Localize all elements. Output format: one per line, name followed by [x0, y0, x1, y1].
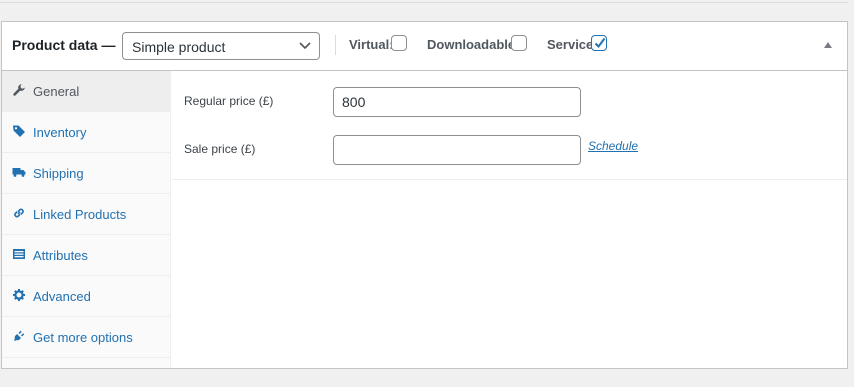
- regular-price-input[interactable]: [334, 88, 580, 116]
- gear-icon: [13, 289, 25, 301]
- tab-inventory[interactable]: Inventory: [2, 112, 170, 153]
- schedule-link[interactable]: Schedule: [588, 139, 638, 153]
- truck-icon: [12, 168, 26, 177]
- regular-price-field-wrap: [333, 87, 581, 117]
- virtual-checkbox[interactable]: [391, 35, 407, 51]
- panel-title: Product data —: [12, 37, 116, 53]
- downloadable-label: Downloadable:: [427, 37, 520, 52]
- general-fields: Regular price (£) Sale price (£) Schedul…: [172, 71, 847, 167]
- fields-divider: [172, 179, 847, 180]
- regular-price-row: Regular price (£): [172, 71, 847, 119]
- chevron-down-icon: [299, 42, 311, 50]
- virtual-label: Virtual:: [349, 37, 394, 52]
- header-divider: [335, 35, 336, 55]
- product-data-header: Product data — Simple product Virtual: D…: [2, 22, 847, 71]
- product-data-panel: Product data — Simple product Virtual: D…: [1, 21, 848, 369]
- list-icon: [13, 249, 25, 259]
- sale-price-field-wrap: [333, 135, 581, 165]
- checkmark-icon: [594, 37, 606, 49]
- product-type-value: Simple product: [132, 39, 226, 55]
- page-top-divider: [0, 0, 848, 3]
- plug-icon: [13, 330, 25, 342]
- tab-label: Attributes: [33, 248, 88, 263]
- regular-price-label: Regular price (£): [184, 94, 274, 108]
- tab-label: Shipping: [33, 166, 84, 181]
- service-label: Service:: [547, 37, 598, 52]
- collapse-toggle-icon[interactable]: [824, 42, 832, 48]
- tab-label: General: [33, 84, 80, 99]
- tab-attributes[interactable]: Attributes: [2, 235, 170, 276]
- sale-price-row: Sale price (£) Schedule: [172, 119, 847, 167]
- product-data-tabs: General Inventory Shipping Linked Produc…: [2, 71, 171, 368]
- tab-label: Advanced: [33, 289, 91, 304]
- product-type-select[interactable]: Simple product: [122, 32, 320, 60]
- tab-label: Get more options: [33, 330, 133, 345]
- tab-shipping[interactable]: Shipping: [2, 153, 170, 194]
- tab-general[interactable]: General: [2, 71, 170, 112]
- tab-label: Inventory: [33, 125, 87, 140]
- wrench-icon: [13, 84, 25, 96]
- tab-linked-products[interactable]: Linked Products: [2, 194, 170, 235]
- tag-icon: [13, 125, 25, 137]
- tab-get-more-options[interactable]: Get more options: [2, 317, 170, 358]
- tab-advanced[interactable]: Advanced: [2, 276, 170, 317]
- downloadable-checkbox[interactable]: [511, 35, 527, 51]
- sale-price-label: Sale price (£): [184, 142, 256, 156]
- tab-label: Linked Products: [33, 207, 127, 222]
- link-icon: [14, 208, 24, 218]
- service-checkbox[interactable]: [591, 35, 607, 51]
- sale-price-input[interactable]: [334, 136, 580, 164]
